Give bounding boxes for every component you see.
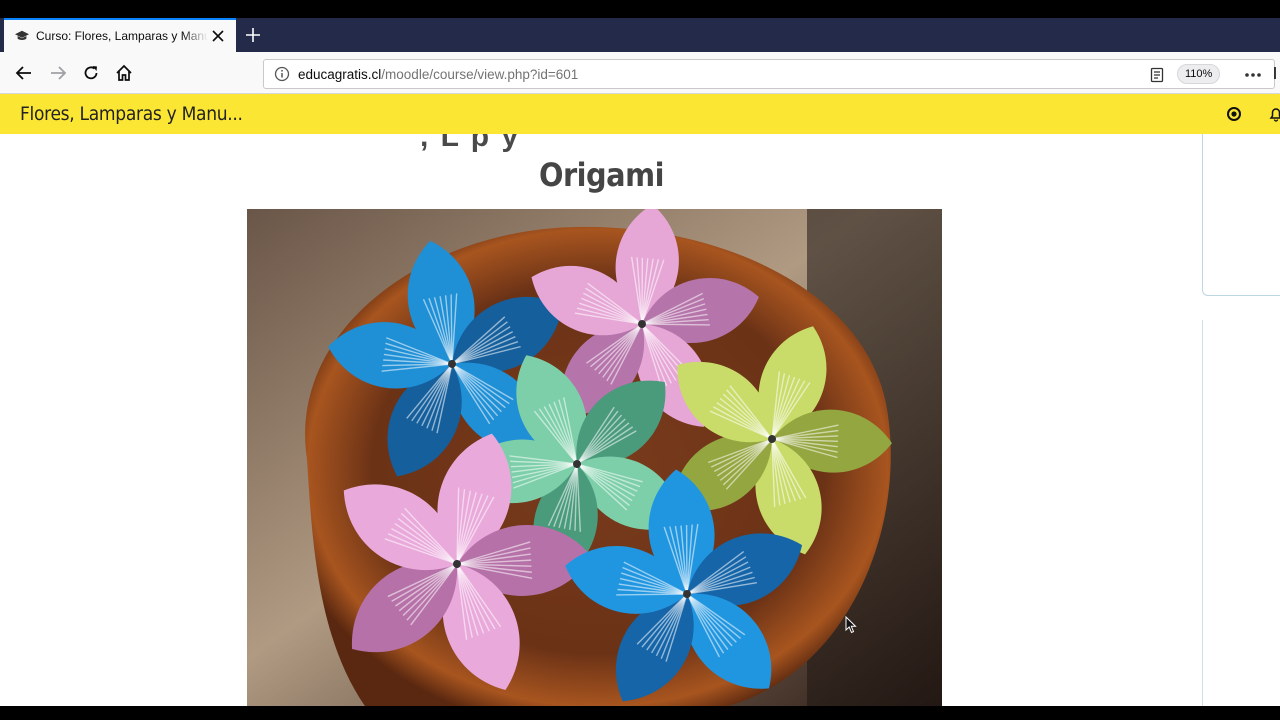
bottom-edge [0,706,1280,720]
arrow-right-icon [51,66,67,80]
reload-button[interactable] [77,59,105,87]
url-path: /moodle/course/view.php?id=601 [381,66,579,82]
plus-icon [246,28,260,42]
zoom-level-button[interactable]: 110% [1177,64,1221,84]
tab-strip: Curso: Flores, Lamparas y Manualidades [0,18,1280,52]
reader-view-icon[interactable] [1147,65,1167,85]
page-actions-icon[interactable] [1240,65,1266,85]
close-tab-icon[interactable] [208,26,228,46]
side-block-top [1202,134,1280,296]
address-bar[interactable]: educagratis.cl/moodle/course/view.php?id… [263,59,1275,89]
url-text: educagratis.cl/moodle/course/view.php?id… [298,67,578,82]
navigation-toolbar: educagratis.cl/moodle/course/view.php?id… [0,52,1280,94]
side-block-bottom [1202,320,1280,706]
back-button[interactable] [10,59,38,87]
graduation-cap-icon [14,28,30,44]
browser-window: Curso: Flores, Lamparas y Manualidades e… [0,0,1280,720]
tab-active[interactable]: Curso: Flores, Lamparas y Manualidades [4,18,236,52]
tab-title: Curso: Flores, Lamparas y Manualidades [36,29,208,43]
arrow-left-icon [15,66,31,80]
moodle-navbar: Flores, Lamparas y Manu... [0,94,1280,134]
forward-button[interactable] [44,59,72,87]
origami-flowers-image [247,209,942,706]
course-content: , L p y Origami [0,134,1280,706]
library-icon[interactable] [1272,59,1280,87]
toggle-icon[interactable] [1224,104,1244,124]
course-short-name[interactable]: Flores, Lamparas y Manu... [20,103,243,125]
home-button[interactable] [110,59,138,87]
home-icon [116,64,132,81]
bell-icon[interactable] [1266,104,1280,124]
new-tab-button[interactable] [242,24,264,46]
mouse-cursor-icon [845,616,857,634]
info-icon[interactable] [268,66,296,82]
reload-icon [84,66,98,80]
url-domain: educagratis.cl [298,66,382,82]
section-heading: Origami [539,156,664,194]
partial-heading: , L p y [420,134,521,153]
